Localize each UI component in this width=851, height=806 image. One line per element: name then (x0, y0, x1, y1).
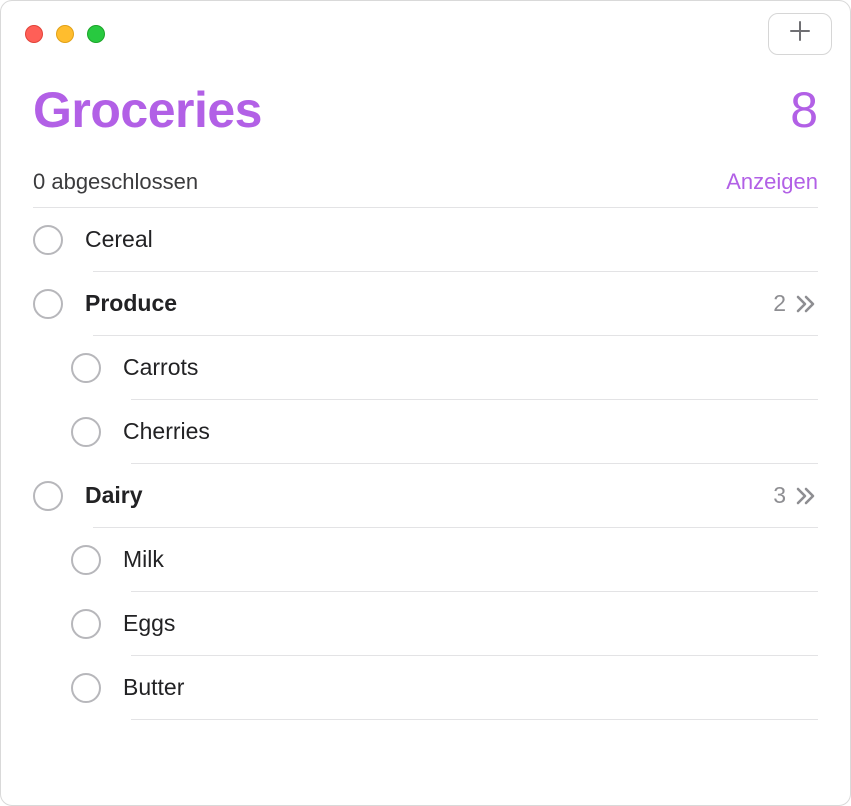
divider (131, 719, 818, 720)
complete-toggle[interactable] (71, 417, 101, 447)
titlebar (1, 15, 850, 53)
complete-toggle[interactable] (33, 289, 63, 319)
list-subitem[interactable]: Eggs (1, 592, 850, 655)
group-label[interactable]: Produce (85, 290, 773, 317)
expand-subtasks-icon[interactable] (794, 485, 818, 507)
complete-toggle[interactable] (71, 609, 101, 639)
complete-toggle[interactable] (33, 481, 63, 511)
minimize-window-button[interactable] (56, 25, 74, 43)
list-group-dairy[interactable]: Dairy 3 (1, 464, 850, 527)
group-label[interactable]: Dairy (85, 482, 773, 509)
group-subtask-count: 3 (773, 482, 786, 509)
show-completed-button[interactable]: Anzeigen (726, 169, 818, 195)
item-label[interactable]: Butter (123, 674, 818, 701)
completed-count-label: 0 abgeschlossen (33, 169, 198, 195)
plus-icon (788, 19, 812, 49)
list-item-count: 8 (790, 81, 818, 139)
group-subtask-count: 2 (773, 290, 786, 317)
reminders-list: Cereal Produce 2 Carrots Cherries (1, 208, 850, 720)
traffic-lights (25, 25, 105, 43)
list-subitem[interactable]: Butter (1, 656, 850, 719)
complete-toggle[interactable] (71, 545, 101, 575)
item-label[interactable]: Cereal (85, 226, 818, 253)
close-window-button[interactable] (25, 25, 43, 43)
reminders-window: Groceries 8 0 abgeschlossen Anzeigen Cer… (0, 0, 851, 806)
list-subitem[interactable]: Milk (1, 528, 850, 591)
list-group-produce[interactable]: Produce 2 (1, 272, 850, 335)
list-subitem[interactable]: Carrots (1, 336, 850, 399)
complete-toggle[interactable] (71, 353, 101, 383)
item-label[interactable]: Cherries (123, 418, 818, 445)
item-label[interactable]: Milk (123, 546, 818, 573)
expand-subtasks-icon[interactable] (794, 293, 818, 315)
list-title: Groceries (33, 81, 262, 139)
add-reminder-button[interactable] (768, 13, 832, 55)
list-header: Groceries 8 (1, 53, 850, 147)
item-label[interactable]: Eggs (123, 610, 818, 637)
list-subitem[interactable]: Cherries (1, 400, 850, 463)
item-label[interactable]: Carrots (123, 354, 818, 381)
list-item[interactable]: Cereal (1, 208, 850, 271)
complete-toggle[interactable] (71, 673, 101, 703)
complete-toggle[interactable] (33, 225, 63, 255)
zoom-window-button[interactable] (87, 25, 105, 43)
completed-bar: 0 abgeschlossen Anzeigen (1, 147, 850, 207)
